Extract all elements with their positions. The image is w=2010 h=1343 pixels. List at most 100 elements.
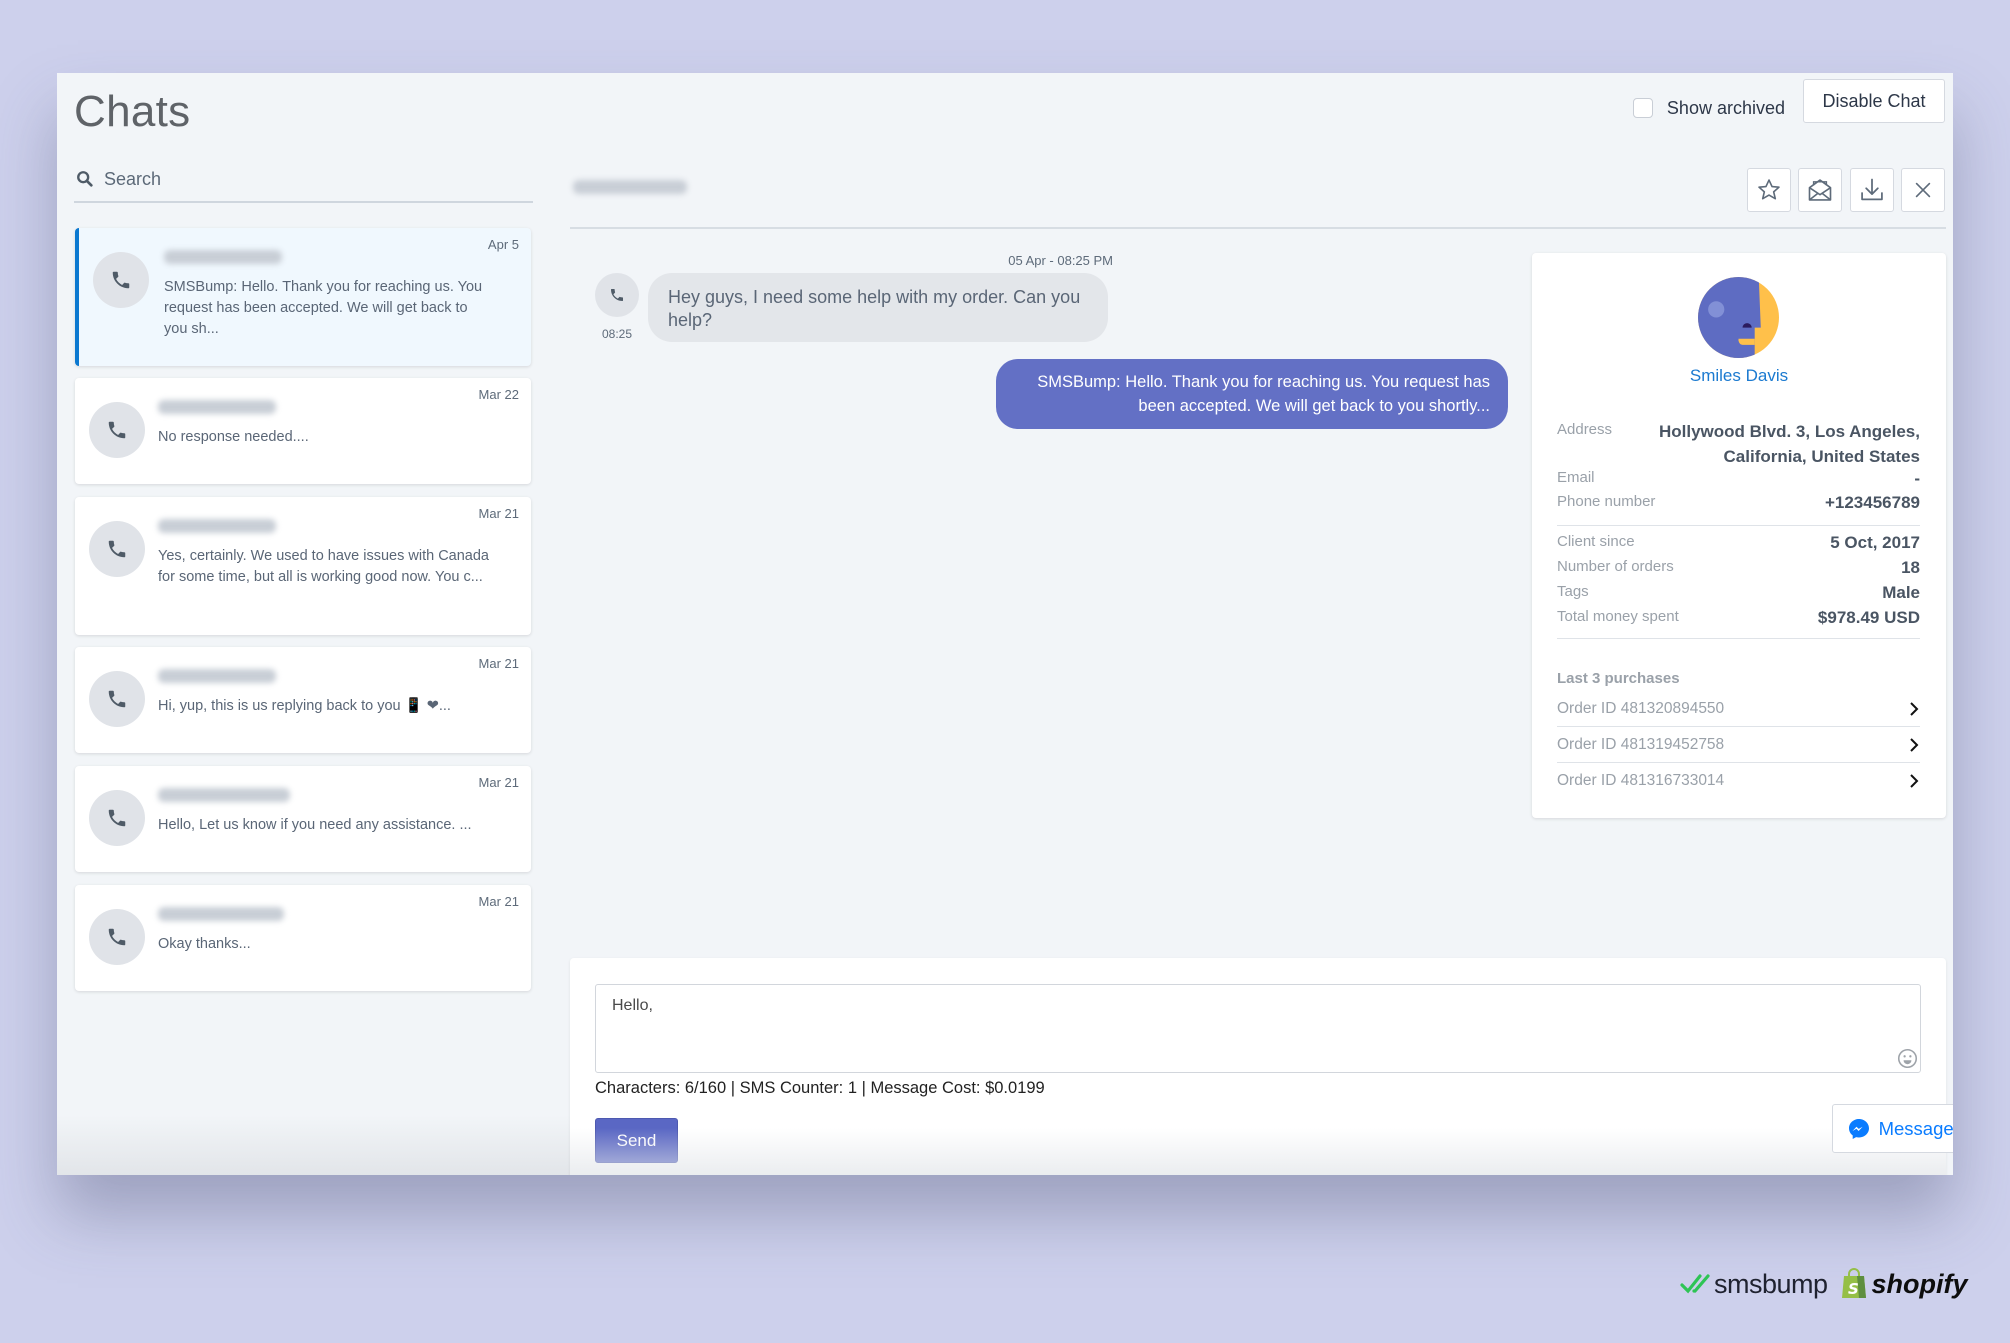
mail-open-icon — [1808, 179, 1832, 201]
chat-preview: No response needed.... — [158, 429, 309, 445]
message-textarea[interactable] — [595, 984, 1921, 1073]
download-button[interactable] — [1850, 168, 1894, 212]
search-input[interactable] — [104, 168, 504, 190]
star-icon — [1758, 179, 1780, 200]
chat-list-item[interactable]: Mar 21 Hello, Let us know if you need an… — [75, 766, 531, 872]
brand-footer: smsbump S shopify — [1680, 1268, 1968, 1300]
chat-phone-number-redacted — [158, 788, 290, 802]
contact-avatar — [89, 402, 145, 458]
chat-list-item[interactable]: Mar 21 Hi, yup, this is us replying back… — [75, 647, 531, 753]
emoji-icon[interactable] — [1897, 1048, 1918, 1069]
phone-icon — [108, 540, 126, 558]
order-id: Order ID 481316733014 — [1557, 772, 1725, 789]
info-label: Address — [1557, 421, 1613, 438]
conversation-header-divider — [570, 227, 1946, 229]
chevron-right-icon — [1910, 701, 1919, 716]
chat-preview: Hi, yup, this is us replying back to you… — [158, 698, 451, 714]
info-row-orders: Number of orders 18 — [1557, 558, 1920, 578]
page-title: Chats — [74, 87, 191, 136]
smsbump-logo: smsbump — [1680, 1269, 1828, 1300]
info-row-email: Email - — [1557, 469, 1920, 489]
chevron-right-icon — [1910, 774, 1919, 788]
contact-avatar — [89, 909, 145, 965]
shopify-wordmark: shopify — [1871, 1268, 1968, 1299]
info-value: 5 Oct, 2017 — [1830, 533, 1920, 552]
phone-icon — [108, 421, 126, 439]
info-divider — [1557, 525, 1920, 526]
close-conversation-button[interactable] — [1901, 168, 1945, 212]
chat-list-item[interactable]: Mar 21 Yes, certainly. We used to have i… — [75, 497, 531, 635]
purchases-title: Last 3 purchases — [1557, 670, 1680, 687]
incoming-message-bubble: Hey guys, I need some help with my order… — [648, 273, 1108, 342]
chat-phone-number-redacted — [164, 250, 282, 264]
phone-icon — [108, 928, 126, 946]
phone-icon — [112, 271, 130, 289]
send-button[interactable]: Send — [595, 1118, 678, 1163]
customer-avatar — [1698, 277, 1779, 358]
info-divider — [1557, 638, 1920, 639]
info-value: +123456789 — [1824, 493, 1920, 512]
info-value: $978.49 USD — [1817, 608, 1920, 627]
info-value: Hollywood Blvd. 3, Los Angeles, Californ… — [1658, 422, 1920, 466]
customer-name-link[interactable]: Smiles Davis — [1532, 366, 1946, 386]
show-archived-checkbox[interactable] — [1632, 98, 1653, 118]
chat-date: Mar 21 — [478, 775, 519, 790]
chat-phone-number-redacted — [158, 400, 276, 414]
chat-preview: SMSBump: Hello. Thank you for reaching u… — [164, 279, 483, 337]
compose-bottom-fade — [570, 1128, 1946, 1175]
close-icon — [1915, 182, 1931, 198]
message-time: 08:25 — [601, 327, 633, 341]
info-row-total-spent: Total money spent $978.49 USD — [1557, 608, 1920, 628]
chat-app-window: Chats Show archived Disable Chat Apr 5 S… — [57, 73, 1953, 1175]
conversation-phone-number-redacted — [573, 180, 687, 194]
chat-phone-number-redacted — [158, 669, 276, 683]
phone-icon — [108, 809, 126, 827]
chat-date: Apr 5 — [487, 237, 519, 252]
order-row[interactable]: Order ID 481320894550 — [1557, 691, 1920, 727]
messenger-message-us-button[interactable]: Message Us — [1832, 1104, 1953, 1153]
smsbump-wordmark: smsbump — [1714, 1268, 1828, 1299]
chat-preview: Hello, Let us know if you need any assis… — [158, 817, 472, 833]
info-label: Tags — [1557, 583, 1589, 600]
contact-avatar — [93, 252, 149, 308]
info-label: Email — [1557, 469, 1595, 486]
chat-date: Mar 21 — [478, 506, 519, 521]
info-value: - — [1914, 469, 1920, 488]
message-timestamp: 05 Apr - 08:25 PM — [1008, 253, 1113, 268]
chat-list-item[interactable]: Mar 22 No response needed.... — [75, 378, 531, 484]
phone-icon — [108, 690, 126, 708]
info-label: Phone number — [1557, 493, 1656, 510]
chat-preview: Yes, certainly. We used to have issues w… — [158, 548, 490, 585]
list-bottom-fade — [57, 1115, 570, 1175]
info-row-address: Address Hollywood Blvd. 3, Los Angeles, … — [1557, 419, 1920, 469]
disable-chat-button[interactable]: Disable Chat — [1803, 79, 1945, 123]
contact-avatar — [89, 790, 145, 846]
order-row[interactable]: Order ID 481316733014 — [1557, 763, 1920, 799]
mark-unread-button[interactable] — [1798, 168, 1842, 212]
show-archived-label: Show archived — [1666, 97, 1785, 118]
download-icon — [1861, 178, 1883, 201]
double-check-icon — [1680, 1274, 1710, 1294]
sender-avatar — [595, 273, 639, 317]
order-id: Order ID 481320894550 — [1557, 699, 1725, 717]
chat-date: Mar 22 — [478, 387, 519, 402]
order-row[interactable]: Order ID 481319452758 — [1557, 727, 1920, 763]
chat-list-item[interactable]: Apr 5 SMSBump: Hello. Thank you for reac… — [75, 228, 531, 366]
info-label: Total money spent — [1557, 608, 1679, 625]
customer-info-card: Smiles Davis Address Hollywood Blvd. 3, … — [1532, 253, 1946, 818]
shopify-bag-icon: S — [1841, 1268, 1866, 1298]
chat-preview: Okay thanks... — [158, 936, 251, 952]
info-row-tags: Tags Male — [1557, 583, 1920, 603]
info-row-phone: Phone number +123456789 — [1557, 493, 1920, 513]
info-row-client-since: Client since 5 Oct, 2017 — [1557, 533, 1920, 553]
outgoing-message-bubble: SMSBump: Hello. Thank you for reaching u… — [996, 359, 1508, 429]
chat-date: Mar 21 — [478, 656, 519, 671]
chat-phone-number-redacted — [158, 519, 276, 533]
order-id: Order ID 481319452758 — [1557, 735, 1725, 753]
messenger-button-label: Message Us — [1878, 1117, 1953, 1139]
star-button[interactable] — [1747, 168, 1791, 212]
search-icon — [77, 171, 93, 187]
chat-list-item[interactable]: Mar 21 Okay thanks... — [75, 885, 531, 991]
show-archived-toggle[interactable]: Show archived — [1632, 91, 1785, 125]
svg-text:S: S — [1848, 1280, 1859, 1298]
